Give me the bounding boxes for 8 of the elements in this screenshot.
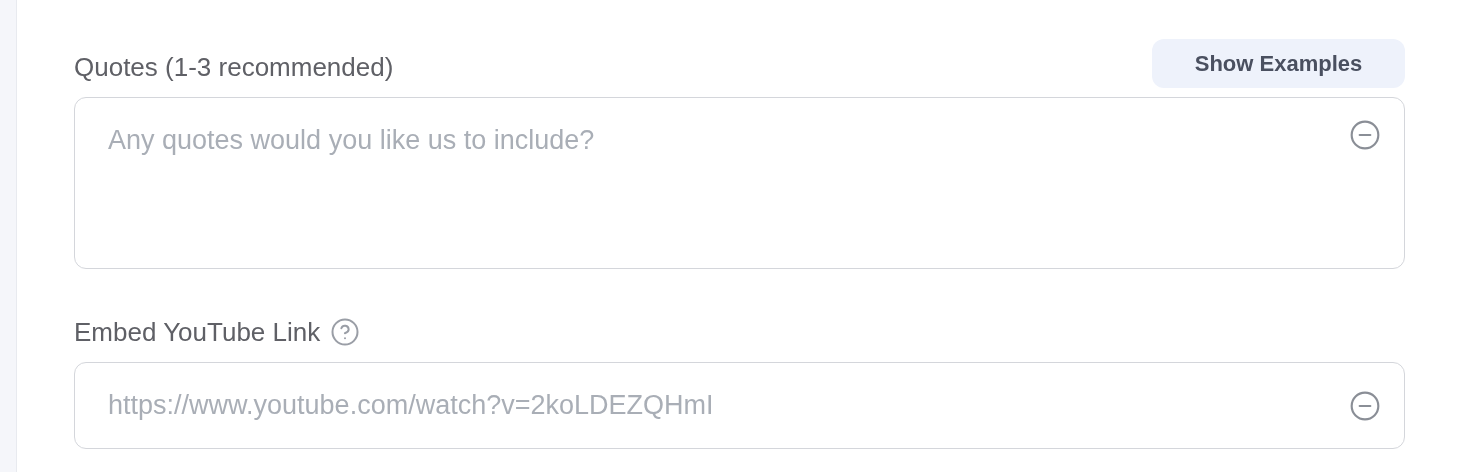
remove-icon[interactable] (1349, 119, 1381, 151)
help-icon[interactable] (330, 317, 361, 347)
field-label: Quotes (1-3 recommended) (74, 51, 394, 84)
remove-icon[interactable] (1349, 390, 1381, 422)
quotes-textarea[interactable]: Any quotes would you like us to include? (74, 97, 1405, 269)
link-input[interactable]: https://www.youtube.com/watch?v=2koLDEZQHmI (74, 362, 1405, 449)
field-label: Embed YouTube Link (74, 316, 321, 349)
show-examples-button[interactable]: Show Examples (1152, 39, 1405, 88)
